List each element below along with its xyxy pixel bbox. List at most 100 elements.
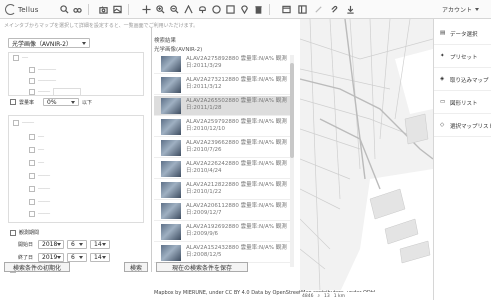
option-row[interactable]: ──── (29, 211, 50, 217)
start-day-select[interactable]: 14 (90, 240, 111, 249)
period-checkbox[interactable] (10, 229, 16, 236)
option-input[interactable] (53, 88, 82, 96)
result-text: ALAV2A273212880 雲量率:N/A% 観測 日:2011/3/12 (186, 77, 287, 91)
start-year-select[interactable]: 2018 (38, 240, 65, 249)
result-item[interactable]: ALAV2A259792880 雲量率:N/A% 観測 日:2010/12/10 (154, 117, 292, 137)
map-view[interactable] (300, 19, 433, 292)
save-conditions-button[interactable]: 現在の検索条件を保存 (156, 262, 248, 272)
window-icon[interactable] (280, 3, 293, 16)
balloon-icon[interactable] (196, 3, 209, 16)
right-panel-item[interactable]: ◇ 選択マップリスト (434, 115, 491, 137)
result-item[interactable]: ALAV2A212822880 雲量率:N/A% 観測 日:2010/1/22 (154, 180, 292, 200)
result-text: ALAV2A265502880 雲量率:N/A% 観測 日:2011/1/28 (186, 98, 287, 112)
end-day-select[interactable]: 14 (90, 253, 111, 262)
sensor-select[interactable]: 光学画像（AVNIR-2） (8, 38, 90, 48)
square-icon[interactable] (224, 3, 237, 16)
zoom-out-icon[interactable] (168, 3, 181, 16)
result-thumbnail[interactable] (161, 140, 181, 156)
result-item[interactable]: ALAV2A226242880 雲量率:N/A% 観測 日:2010/4/24 (154, 159, 292, 179)
end-year-select[interactable]: 2019 (38, 253, 65, 262)
result-thumbnail[interactable] (161, 161, 181, 177)
camera-icon[interactable] (97, 3, 110, 16)
search-icon[interactable] (58, 3, 71, 16)
option-row[interactable]: ──── (29, 186, 50, 192)
result-item[interactable]: ALAV2A239662880 雲量率:N/A% 観測 日:2010/7/26 (154, 138, 292, 158)
trash-icon[interactable] (252, 3, 265, 16)
checkbox[interactable] (29, 211, 35, 217)
results-title: 検索結果 (154, 38, 177, 44)
download-icon[interactable] (344, 3, 357, 16)
pin-icon[interactable] (238, 3, 251, 16)
cloud-rate-checkbox[interactable] (10, 99, 16, 105)
option-row[interactable]: ──── (13, 120, 34, 126)
checkbox[interactable] (29, 67, 35, 73)
result-id-line: ALAV2A192692880 雲量率:N/A% 観測 (186, 224, 287, 231)
checkbox[interactable] (29, 78, 35, 84)
image-icon[interactable] (111, 3, 124, 16)
result-item[interactable]: ALAV2A265502880 雲量率:N/A% 観測 日:2011/1/28 (154, 96, 292, 116)
logo[interactable]: Tellus (5, 3, 39, 16)
zoom-in-icon[interactable] (154, 3, 167, 16)
right-panel-item[interactable]: ▭ 図形リスト (434, 92, 491, 114)
search-button[interactable]: 検索 (124, 262, 148, 272)
results-scrollbar[interactable] (290, 55, 294, 267)
result-item[interactable]: ALAV2A152432880 雲量率:N/A% 観測 日:2008/12/5 (154, 243, 292, 263)
checkbox[interactable] (29, 199, 35, 205)
result-item[interactable]: ALAV2A206112880 雲量率:N/A% 観測 日:2009/12/7 (154, 201, 292, 221)
result-thumbnail[interactable] (161, 224, 181, 240)
start-month-value: 6 (71, 241, 75, 248)
end-month-select[interactable]: 6 (67, 253, 88, 262)
result-thumbnail[interactable] (161, 203, 181, 219)
result-item[interactable]: ALAV2A275892880 雲量率:N/A% 観測 日:2011/3/29 (154, 54, 292, 74)
right-panel-item[interactable]: ▤ データ選択 (434, 23, 491, 45)
layout-icon[interactable] (296, 3, 309, 16)
result-cloud: 雲量率:N/A% (240, 245, 274, 251)
option-row[interactable]: ──── (29, 173, 50, 179)
option-row[interactable]: ────── (29, 67, 56, 73)
measure-icon[interactable] (182, 3, 195, 16)
circle-icon[interactable] (210, 3, 223, 16)
start-month-select[interactable]: 6 (67, 240, 88, 249)
toolbar-separator (269, 4, 270, 15)
option-row[interactable]: ────── (29, 78, 56, 84)
account-menu[interactable]: アカウント (442, 3, 479, 15)
checkbox[interactable] (29, 173, 35, 179)
result-cloud: 雲量率:N/A% (240, 77, 274, 83)
cloud-rate-select[interactable]: 0% (43, 98, 80, 106)
result-thumbnail[interactable] (161, 245, 181, 261)
right-panel-item[interactable]: ◈ 取り込みマップ (434, 69, 491, 91)
checkbox[interactable] (29, 134, 35, 140)
reset-conditions-button[interactable]: 検索条件の初期化 (4, 262, 70, 272)
result-item[interactable]: ALAV2A273212880 雲量率:N/A% 観測 日:2011/3/12 (154, 75, 292, 95)
checkbox[interactable] (13, 55, 19, 61)
right-panel-item[interactable]: ✦ プリセット (434, 46, 491, 68)
panel-divider[interactable] (151, 27, 152, 272)
clip-icon[interactable] (328, 3, 341, 16)
option-row[interactable]: ── (29, 134, 44, 140)
result-thumbnail[interactable] (161, 182, 181, 198)
binoculars-icon[interactable] (71, 3, 84, 16)
result-thumbnail[interactable] (161, 119, 181, 135)
option-row[interactable]: ── (29, 160, 44, 166)
checkbox[interactable] (13, 120, 19, 126)
checkbox[interactable] (29, 186, 35, 192)
checkbox[interactable] (29, 89, 35, 95)
result-text: ALAV2A239662880 雲量率:N/A% 観測 日:2010/7/26 (186, 140, 287, 154)
checkbox[interactable] (29, 160, 35, 166)
chevron-down-icon (79, 256, 84, 259)
scrollbar-thumb[interactable] (290, 63, 294, 158)
checkbox[interactable] (29, 147, 35, 153)
result-thumbnail[interactable] (161, 77, 181, 93)
option-row[interactable]: ── (29, 147, 44, 153)
option-row[interactable]: ── (13, 55, 28, 61)
result-item[interactable]: ALAV2A192692880 雲量率:N/A% 観測 日:2009/9/6 (154, 222, 292, 242)
result-thumbnail[interactable] (161, 98, 181, 114)
option-row[interactable]: ──── (29, 88, 82, 96)
link-icon[interactable] (312, 3, 325, 16)
result-date: 日:2009/9/6 (186, 231, 219, 237)
option-row[interactable]: ──── (29, 199, 50, 205)
result-id-line: ALAV2A226242880 雲量率:N/A% 観測 (186, 161, 287, 168)
result-thumbnail[interactable] (161, 56, 181, 72)
move-icon[interactable] (140, 3, 153, 16)
result-date: 日:2008/12/5 (186, 252, 222, 258)
